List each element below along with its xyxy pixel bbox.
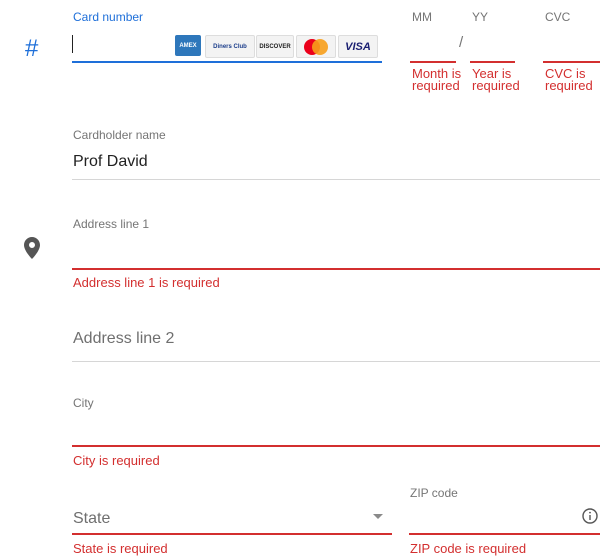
zip-underline xyxy=(409,533,600,535)
city-label: City xyxy=(73,396,94,410)
address-line1-underline xyxy=(72,268,600,270)
amex-icon: AMEX xyxy=(175,35,201,56)
cardholder-label: Cardholder name xyxy=(73,128,166,142)
location-pin-icon xyxy=(24,237,40,259)
card-hash-icon: # xyxy=(25,35,39,62)
address-line1-label: Address line 1 xyxy=(73,217,150,231)
card-number-label: Card number xyxy=(73,10,144,24)
card-number-underline xyxy=(72,61,382,63)
month-error: Month is required xyxy=(412,66,462,93)
yy-underline xyxy=(470,61,515,63)
state-error: State is required xyxy=(73,541,168,556)
zip-input[interactable] xyxy=(409,504,589,532)
info-icon[interactable] xyxy=(582,508,598,524)
cvc-error: CVC is required xyxy=(545,66,593,93)
zip-label: ZIP code xyxy=(410,486,458,500)
expiry-separator: / xyxy=(459,34,464,51)
city-underline xyxy=(72,445,600,447)
address-line1-error: Address line 1 is required xyxy=(73,275,220,290)
cvc-underline xyxy=(543,61,600,63)
yy-label: YY xyxy=(472,10,489,24)
mm-input[interactable] xyxy=(410,28,454,62)
state-underline xyxy=(72,533,392,535)
address-line1-input[interactable] xyxy=(72,236,600,268)
mm-underline xyxy=(410,61,456,63)
mastercard-icon xyxy=(296,35,336,58)
discover-icon: DISCOVER xyxy=(256,35,294,58)
yy-input[interactable] xyxy=(470,28,514,62)
year-error: Year is required xyxy=(472,66,520,93)
cardholder-input[interactable]: Prof David xyxy=(73,153,148,171)
city-error: City is required xyxy=(73,453,160,468)
city-input[interactable] xyxy=(72,414,600,446)
chevron-down-icon[interactable] xyxy=(373,514,383,520)
address-line2-underline xyxy=(72,361,600,362)
state-select[interactable]: State xyxy=(73,510,110,528)
cardholder-underline xyxy=(72,179,600,180)
cvc-label: CVC xyxy=(545,10,571,24)
address-line2-input[interactable]: Address line 2 xyxy=(73,330,174,348)
diners-club-icon: Diners Club xyxy=(205,35,255,58)
zip-error: ZIP code is required xyxy=(410,541,527,556)
cvc-input[interactable] xyxy=(543,28,598,62)
visa-icon: VISA xyxy=(338,35,378,58)
mm-label: MM xyxy=(412,10,432,24)
